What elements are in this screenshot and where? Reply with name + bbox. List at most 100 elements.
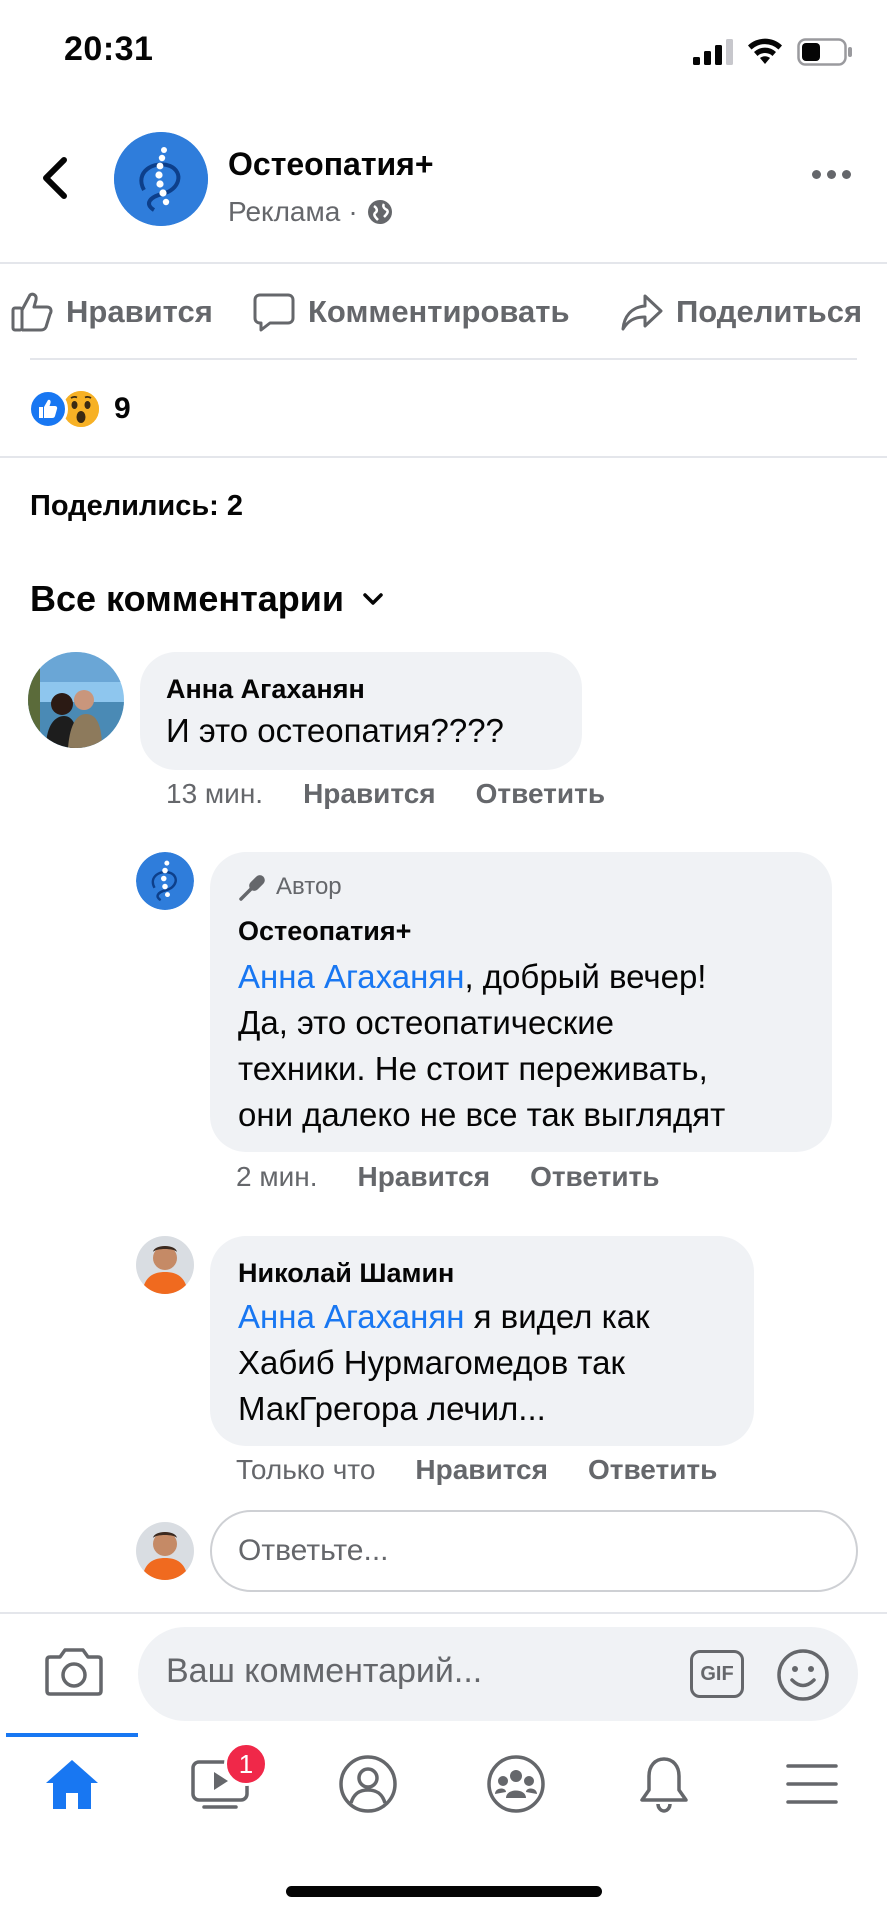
profile-icon (339, 1755, 397, 1813)
user-photo-icon (136, 1522, 194, 1580)
more-dot (812, 170, 821, 179)
wifi-icon (748, 38, 782, 64)
bottom-nav (0, 1737, 887, 1857)
spine-logo-icon (136, 852, 194, 910)
sponsored-text: Реклама (228, 196, 341, 227)
user-photo-icon (28, 652, 124, 748)
more-dot (827, 170, 836, 179)
gif-label: GIF (700, 1662, 734, 1685)
divider (30, 358, 857, 360)
gif-button[interactable]: GIF (690, 1650, 744, 1698)
bell-icon (640, 1757, 688, 1813)
comments-filter-label: Все комментарии (30, 578, 345, 619)
share-icon (621, 294, 663, 331)
mention-link[interactable]: Анна Агаханян (238, 958, 464, 995)
author-badge-label: Автор (276, 873, 342, 900)
comment-meta: 2 мин. Нравится Ответить (236, 1161, 659, 1193)
comment-time: 13 мин. (166, 778, 264, 809)
thumbs-up-icon (11, 292, 53, 332)
separator-dot: · (348, 196, 358, 227)
comments-filter[interactable]: Все комментарии (30, 578, 384, 620)
comment-text-line: Хабиб Нурмагомедов так (238, 1344, 625, 1381)
nav-groups[interactable] (484, 1752, 548, 1816)
comment-text: Анна Агаханян я видел как (238, 1294, 650, 1340)
comment-time: Только что (236, 1454, 376, 1485)
comment-icon (253, 293, 295, 332)
divider (0, 262, 887, 264)
nav-notifications[interactable] (632, 1752, 696, 1816)
comment-text-part: я видел как (464, 1298, 650, 1335)
comment-placeholder: Ваш комментарий... (166, 1652, 483, 1690)
like-button[interactable]: Нравится (10, 290, 213, 334)
reply-input[interactable]: Ответьте... (210, 1510, 858, 1592)
sponsored-label: Реклама · (228, 196, 394, 228)
comment-text-line: техники. Не стоит переживать, (238, 1050, 708, 1087)
avatar[interactable] (28, 652, 124, 748)
comment-meta: Только что Нравится Ответить (236, 1454, 717, 1486)
groups-icon (487, 1755, 545, 1813)
comment-button[interactable]: Комментировать (252, 290, 570, 334)
comment-bubble[interactable]: Анна Агаханян И это остеопатия???? (140, 652, 582, 770)
comment-text-part: , добрый вечер! (464, 958, 707, 995)
comment-like-button[interactable]: Нравится (357, 1161, 490, 1193)
comment-time: 2 мин. (236, 1161, 318, 1192)
active-tab-indicator (6, 1733, 138, 1737)
microphone-icon (239, 875, 265, 901)
home-icon (46, 1760, 98, 1809)
comment-label: Комментировать (308, 294, 570, 329)
mention-link[interactable]: Анна Агаханян (238, 1298, 464, 1335)
comment-meta: 13 мин. Нравится Ответить (166, 778, 605, 810)
camera-icon (45, 1648, 103, 1696)
comment-author[interactable]: Анна Агаханян (166, 674, 365, 705)
more-dot (842, 170, 851, 179)
comment-text-line: они далеко не все так выглядят (238, 1096, 726, 1133)
shares-count[interactable]: Поделились: 2 (30, 490, 243, 523)
nav-profile[interactable] (336, 1752, 400, 1816)
page-avatar-small[interactable] (136, 852, 194, 910)
reply-placeholder: Ответьте... (238, 1534, 389, 1567)
video-badge: 1 (224, 1742, 268, 1786)
comment-author[interactable]: Николай Шамин (238, 1258, 454, 1289)
comment-text-line: Да, это остеопатические (238, 1004, 615, 1041)
comment-like-button[interactable]: Нравится (415, 1454, 548, 1486)
status-time: 20:31 (64, 30, 154, 68)
comment-like-button[interactable]: Нравится (303, 778, 436, 810)
comment-reply-button[interactable]: Ответить (588, 1454, 717, 1486)
smiley-icon (777, 1649, 829, 1701)
battery-icon (797, 38, 852, 66)
comment-bubble[interactable]: Автор Остеопатия+ Анна Агаханян, добрый … (210, 852, 832, 1152)
divider (0, 456, 887, 458)
nav-menu[interactable] (780, 1752, 844, 1816)
comment-reply-button[interactable]: Ответить (476, 778, 605, 810)
user-photo-icon (136, 1236, 194, 1294)
post-actions: Нравится Комментировать Поделиться (0, 290, 887, 340)
avatar[interactable] (136, 1236, 194, 1294)
share-label: Поделиться (676, 294, 863, 329)
spine-logo-icon (114, 132, 208, 226)
menu-icon (786, 1764, 838, 1804)
like-reaction-icon (28, 389, 68, 429)
reaction-count: 9 (114, 392, 131, 425)
comment-text-line: МакГрегора лечил... (238, 1390, 546, 1427)
nav-home[interactable] (40, 1752, 104, 1816)
emoji-button[interactable] (776, 1648, 830, 1707)
globe-icon (367, 200, 392, 224)
current-user-avatar (136, 1522, 194, 1580)
camera-button[interactable] (44, 1645, 104, 1702)
like-label: Нравится (66, 294, 213, 329)
comment-text: И это остеопатия???? (166, 712, 504, 749)
page-name[interactable]: Остеопатия+ (228, 146, 434, 183)
more-options-button[interactable] (812, 170, 851, 179)
reactions-summary[interactable]: 9 (28, 388, 131, 430)
chevron-left-icon (43, 157, 67, 199)
comment-text: Анна Агаханян, добрый вечер! (238, 954, 706, 1000)
status-icons (693, 38, 853, 66)
comment-reply-button[interactable]: Ответить (530, 1161, 659, 1193)
comment-bubble[interactable]: Николай Шамин Анна Агаханян я видел как … (210, 1236, 754, 1446)
page-avatar[interactable] (114, 132, 208, 226)
author-badge: Автор (238, 872, 342, 902)
home-indicator[interactable] (286, 1886, 602, 1897)
share-button[interactable]: Поделиться (620, 290, 862, 334)
back-button[interactable] (38, 156, 74, 200)
comment-author[interactable]: Остеопатия+ (238, 916, 411, 947)
